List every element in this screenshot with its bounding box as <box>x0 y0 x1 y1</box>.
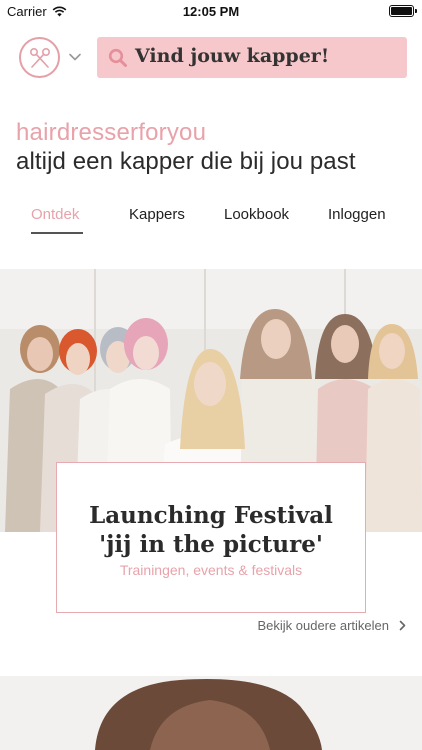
chevron-down-icon[interactable] <box>68 52 82 62</box>
article-title-line-2: 'jij in the picture' <box>99 531 323 558</box>
tab-ontdek[interactable]: Ontdek <box>31 206 79 223</box>
scissors-icon <box>29 47 50 68</box>
older-articles-link[interactable]: Bekijk oudere artikelen <box>257 618 406 633</box>
active-tab-indicator <box>31 232 83 234</box>
brand-name: hairdresserforyou <box>16 119 207 146</box>
search-icon <box>108 48 127 67</box>
status-bar: Carrier 12:05 PM <box>0 0 422 22</box>
tab-bar: Ontdek Kappers Lookbook Inloggen <box>0 206 422 238</box>
tagline: altijd een kapper die bij jou past <box>16 148 356 175</box>
battery-icon <box>389 5 417 17</box>
featured-article-card[interactable]: Launching Festival 'jij in the picture' … <box>56 462 366 613</box>
portrait-illustration <box>0 676 422 750</box>
older-articles-label: Bekijk oudere artikelen <box>257 618 389 633</box>
search-label: Vind jouw kapper! <box>135 45 330 67</box>
article-title-line-1: Launching Festival <box>89 502 333 529</box>
article-title: Launching Festival 'jij in the picture' <box>57 501 365 559</box>
tab-inloggen[interactable]: Inloggen <box>328 206 386 223</box>
logo-button[interactable] <box>19 37 60 78</box>
search-button[interactable]: Vind jouw kapper! <box>97 37 407 78</box>
status-time: 12:05 PM <box>182 4 240 19</box>
next-article-image[interactable] <box>0 676 422 750</box>
tab-lookbook[interactable]: Lookbook <box>224 206 289 223</box>
tab-kappers[interactable]: Kappers <box>129 206 185 223</box>
article-category: Trainingen, events & festivals <box>119 562 303 578</box>
chevron-right-icon <box>399 620 406 631</box>
